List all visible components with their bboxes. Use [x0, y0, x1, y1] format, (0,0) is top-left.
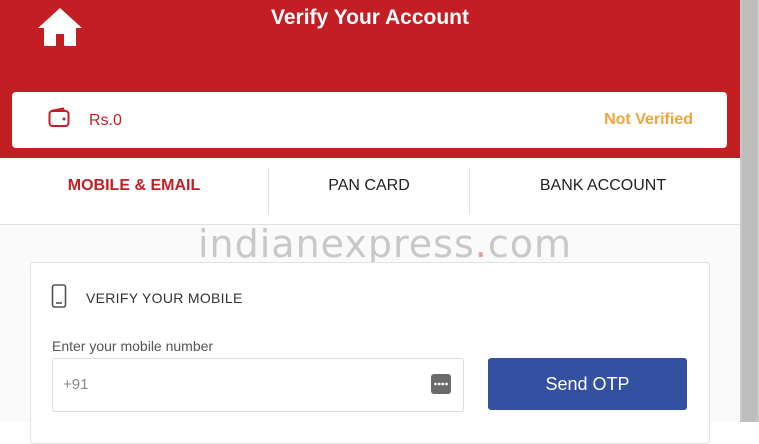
- page-title: Verify Your Account: [271, 6, 469, 29]
- mobile-number-input[interactable]: [53, 359, 423, 409]
- watermark: indianexpress.com: [0, 222, 759, 266]
- phone-icon: [51, 284, 67, 308]
- app-root: Verify Your Account Rs.0 Not Verified MO…: [0, 0, 740, 444]
- mobile-field-label: Enter your mobile number: [52, 338, 214, 354]
- verification-status: Not Verified: [604, 111, 693, 128]
- wallet-icon: [48, 107, 70, 127]
- tab-mobile-email[interactable]: MOBILE & EMAIL: [0, 158, 268, 214]
- header-bar: Verify Your Account Rs.0 Not Verified: [0, 0, 740, 158]
- verification-tabs: MOBILE & EMAIL PAN CARD BANK ACCOUNT: [0, 158, 740, 225]
- mobile-input-wrapper: [52, 358, 464, 412]
- tab-bank-account[interactable]: BANK ACCOUNT: [470, 158, 736, 214]
- verify-mobile-panel: VERIFY YOUR MOBILE Enter your mobile num…: [30, 262, 710, 444]
- watermark-text: com: [487, 222, 573, 266]
- scrollbar[interactable]: [740, 0, 759, 422]
- keypad-icon[interactable]: [431, 374, 451, 394]
- scrollbar-thumb[interactable]: [742, 0, 757, 422]
- panel-title: VERIFY YOUR MOBILE: [86, 290, 243, 306]
- watermark-dot: .: [474, 222, 488, 266]
- tab-pan-card[interactable]: PAN CARD: [269, 158, 469, 214]
- wallet-balance: Rs.0: [89, 112, 122, 129]
- watermark-text: indianexpress: [197, 222, 475, 266]
- send-otp-button[interactable]: Send OTP: [488, 358, 687, 410]
- wallet-card: Rs.0 Not Verified: [12, 92, 727, 148]
